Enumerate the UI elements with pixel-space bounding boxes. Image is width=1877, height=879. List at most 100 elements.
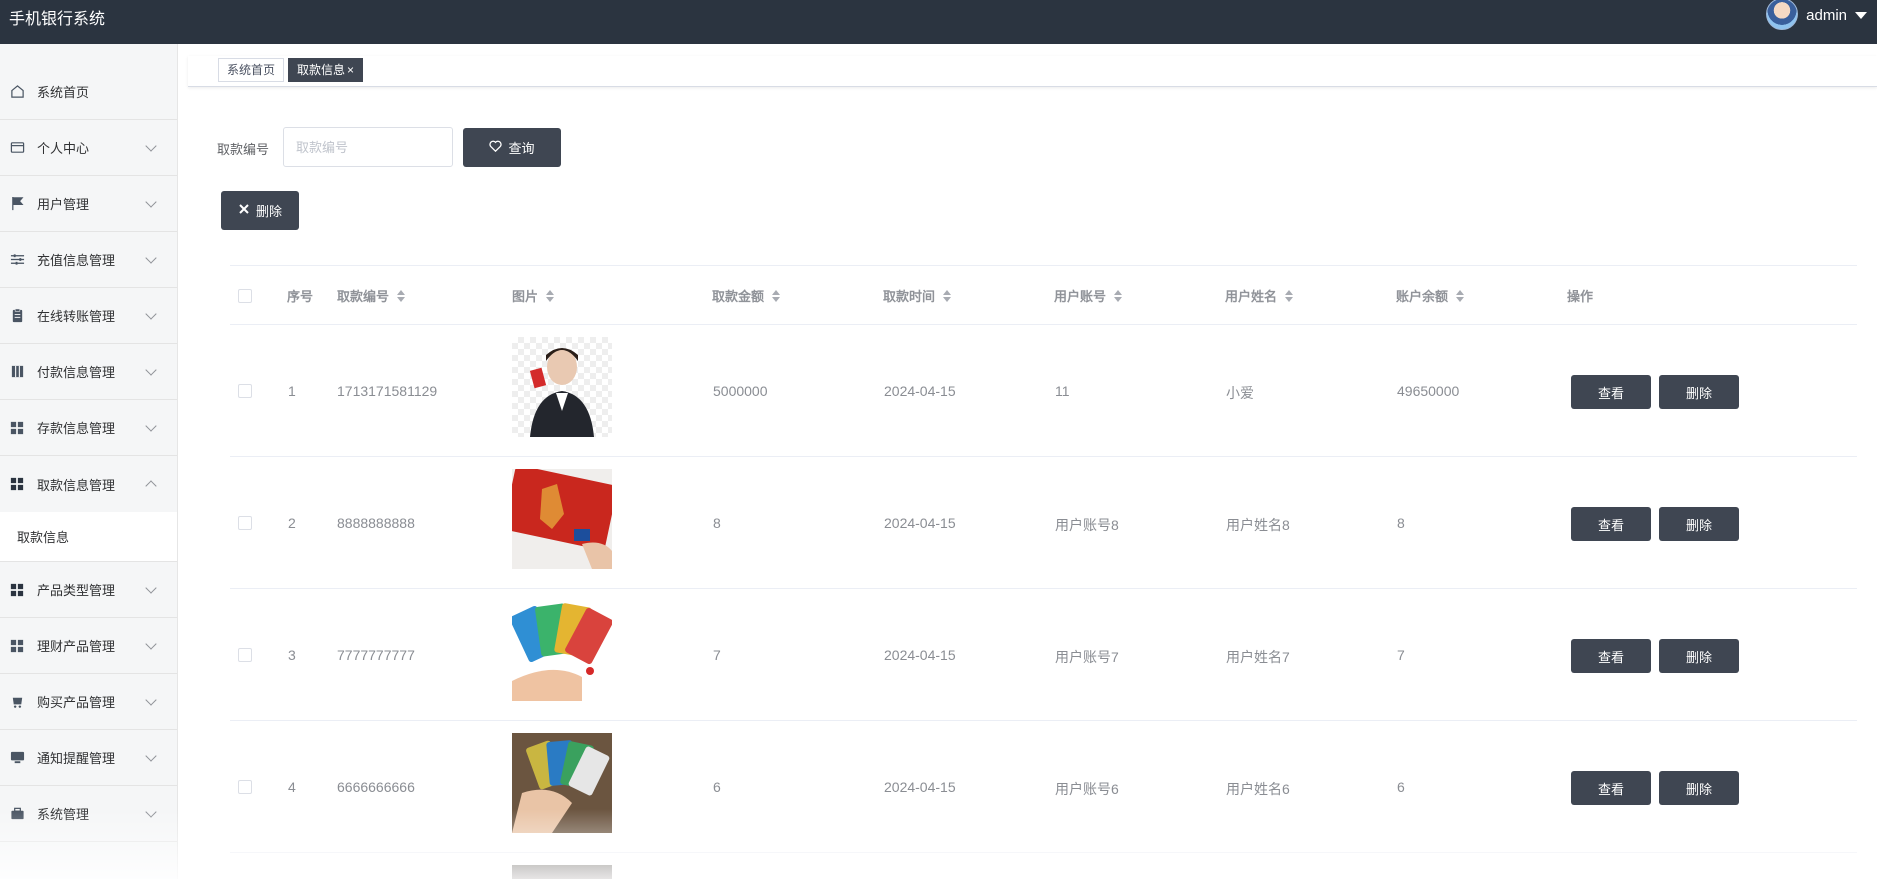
user-name[interactable]: admin xyxy=(1806,7,1847,24)
sidebar-subitem-withdraw-info[interactable]: 取款信息 xyxy=(0,512,177,562)
col-label: 图片 xyxy=(512,289,539,304)
sidebar: 系统首页 个人中心 用户管理 充值信息管理 在线转账管理 付款信息管理 存款信息… xyxy=(0,44,178,879)
cell-account: 用户账号6 xyxy=(1055,781,1119,797)
cell-balance: 8 xyxy=(1397,515,1405,531)
sidebar-item-payment[interactable]: 付款信息管理 xyxy=(0,344,177,400)
cell-index: 1 xyxy=(288,383,296,399)
sidebar-item-users[interactable]: 用户管理 xyxy=(0,176,177,232)
row-delete-button[interactable]: 删除 xyxy=(1659,771,1739,805)
col-code[interactable]: 取款编号 xyxy=(337,286,406,305)
sort-icon[interactable] xyxy=(772,289,781,302)
cell-account: 用户账号8 xyxy=(1055,517,1119,533)
col-label: 取款金额 xyxy=(712,289,765,304)
sort-icon[interactable] xyxy=(1114,289,1123,302)
chevron-down-icon xyxy=(145,582,157,594)
cart-icon xyxy=(9,694,25,710)
row-checkbox[interactable] xyxy=(238,648,252,662)
table-row: 2 8888888888 8 2024-04-15 用户账号8 用户姓名8 8 … xyxy=(230,457,1857,589)
sidebar-item-transfer[interactable]: 在线转账管理 xyxy=(0,288,177,344)
chevron-down-icon xyxy=(145,638,157,650)
col-account[interactable]: 用户账号 xyxy=(1054,286,1123,305)
table-row: 3 7777777777 7 2024-04-15 用户账号7 用户姓名7 7 … xyxy=(230,589,1857,721)
sidebar-item-label: 理财产品管理 xyxy=(37,639,116,654)
sidebar-item-deposit[interactable]: 存款信息管理 xyxy=(0,400,177,456)
sidebar-item-home[interactable]: 系统首页 xyxy=(0,64,177,120)
sidebar-item-recharge[interactable]: 充值信息管理 xyxy=(0,232,177,288)
sidebar-item-personal[interactable]: 个人中心 xyxy=(0,120,177,176)
search-label: 取款编号 xyxy=(217,142,270,157)
sidebar-item-label: 用户管理 xyxy=(37,197,90,212)
sort-icon[interactable] xyxy=(943,289,952,302)
cards-in-hand-photo[interactable] xyxy=(512,733,612,833)
view-button[interactable]: 查看 xyxy=(1571,639,1651,673)
row-delete-button[interactable]: 删除 xyxy=(1659,507,1739,541)
select-all-checkbox[interactable] xyxy=(238,289,252,303)
card-fan-photo[interactable] xyxy=(509,601,613,701)
chevron-down-icon xyxy=(145,364,157,376)
sort-icon[interactable] xyxy=(1285,289,1294,302)
sidebar-item-notify[interactable]: 通知提醒管理 xyxy=(0,730,177,786)
cell-code: 1713171581129 xyxy=(337,383,438,399)
user-menu[interactable]: admin xyxy=(1766,0,1867,30)
chevron-down-icon xyxy=(145,252,157,264)
cell-amount: 5000000 xyxy=(713,383,768,399)
cell-code: 6666666666 xyxy=(337,779,415,795)
sidebar-item-withdraw[interactable]: 取款信息管理 xyxy=(0,456,177,512)
close-icon[interactable]: × xyxy=(347,63,354,77)
delete-button[interactable]: 删除 xyxy=(221,191,299,230)
sidebar-item-purchase[interactable]: 购买产品管理 xyxy=(0,674,177,730)
row-delete-button[interactable]: 删除 xyxy=(1659,375,1739,409)
grid-icon xyxy=(9,582,25,598)
search-button[interactable]: 查询 xyxy=(463,128,561,167)
table-row xyxy=(230,853,1857,879)
row-checkbox[interactable] xyxy=(238,384,252,398)
sidebar-item-system[interactable]: 系统管理 xyxy=(0,786,177,842)
red-card-photo[interactable] xyxy=(503,465,617,569)
grid-icon xyxy=(9,638,25,654)
chevron-up-icon xyxy=(145,480,157,492)
cell-amount: 6 xyxy=(713,779,721,795)
caret-down-icon[interactable] xyxy=(1855,11,1867,19)
view-button[interactable]: 查看 xyxy=(1571,507,1651,541)
sort-icon[interactable] xyxy=(1456,289,1465,302)
row-thumbnail-partial[interactable] xyxy=(512,865,612,879)
cell-name: 用户姓名8 xyxy=(1226,517,1290,533)
col-ops: 操作 xyxy=(1567,289,1594,304)
col-amount[interactable]: 取款金额 xyxy=(712,286,781,305)
sidebar-item-product-type[interactable]: 产品类型管理 xyxy=(0,562,177,618)
sidebar-item-label: 通知提醒管理 xyxy=(37,751,116,766)
sidebar-item-finance-product[interactable]: 理财产品管理 xyxy=(0,618,177,674)
table-header: 序号 取款编号 图片 取款金额 取款时间 用户账号 用户姓名 账户余额 操作 xyxy=(230,265,1857,325)
cell-name: 用户姓名7 xyxy=(1226,649,1290,665)
tab-home[interactable]: 系统首页 xyxy=(218,58,285,82)
home-icon xyxy=(9,84,25,100)
col-time[interactable]: 取款时间 xyxy=(883,286,952,305)
tab-bar: 系统首页 取款信息 × xyxy=(188,56,1877,87)
row-checkbox[interactable] xyxy=(238,780,252,794)
search-input[interactable] xyxy=(283,127,453,167)
clipboard-icon xyxy=(9,308,25,324)
sidebar-item-label: 购买产品管理 xyxy=(37,695,116,710)
view-button[interactable]: 查看 xyxy=(1571,375,1651,409)
col-image[interactable]: 图片 xyxy=(512,286,555,305)
col-balance[interactable]: 账户余额 xyxy=(1396,286,1465,305)
monitor-icon xyxy=(9,750,25,766)
table-row: 1 1713171581129 5000000 2024-04-15 11 小爱… xyxy=(230,325,1857,457)
heart-icon xyxy=(489,140,503,155)
sort-icon[interactable] xyxy=(397,289,406,302)
chevron-down-icon xyxy=(145,196,157,208)
avatar[interactable] xyxy=(1766,0,1799,30)
cell-time: 2024-04-15 xyxy=(884,383,956,399)
row-delete-button[interactable]: 删除 xyxy=(1659,639,1739,673)
cell-amount: 7 xyxy=(713,647,721,663)
sort-icon[interactable] xyxy=(546,289,555,302)
row-checkbox[interactable] xyxy=(238,516,252,530)
businesswoman-photo[interactable] xyxy=(512,337,612,437)
view-button[interactable]: 查看 xyxy=(1571,771,1651,805)
sidebar-item-label: 付款信息管理 xyxy=(37,365,116,380)
chevron-down-icon xyxy=(145,140,157,152)
col-name[interactable]: 用户姓名 xyxy=(1225,286,1294,305)
tab-withdraw-info[interactable]: 取款信息 × xyxy=(288,58,364,82)
cell-code: 8888888888 xyxy=(337,515,415,531)
